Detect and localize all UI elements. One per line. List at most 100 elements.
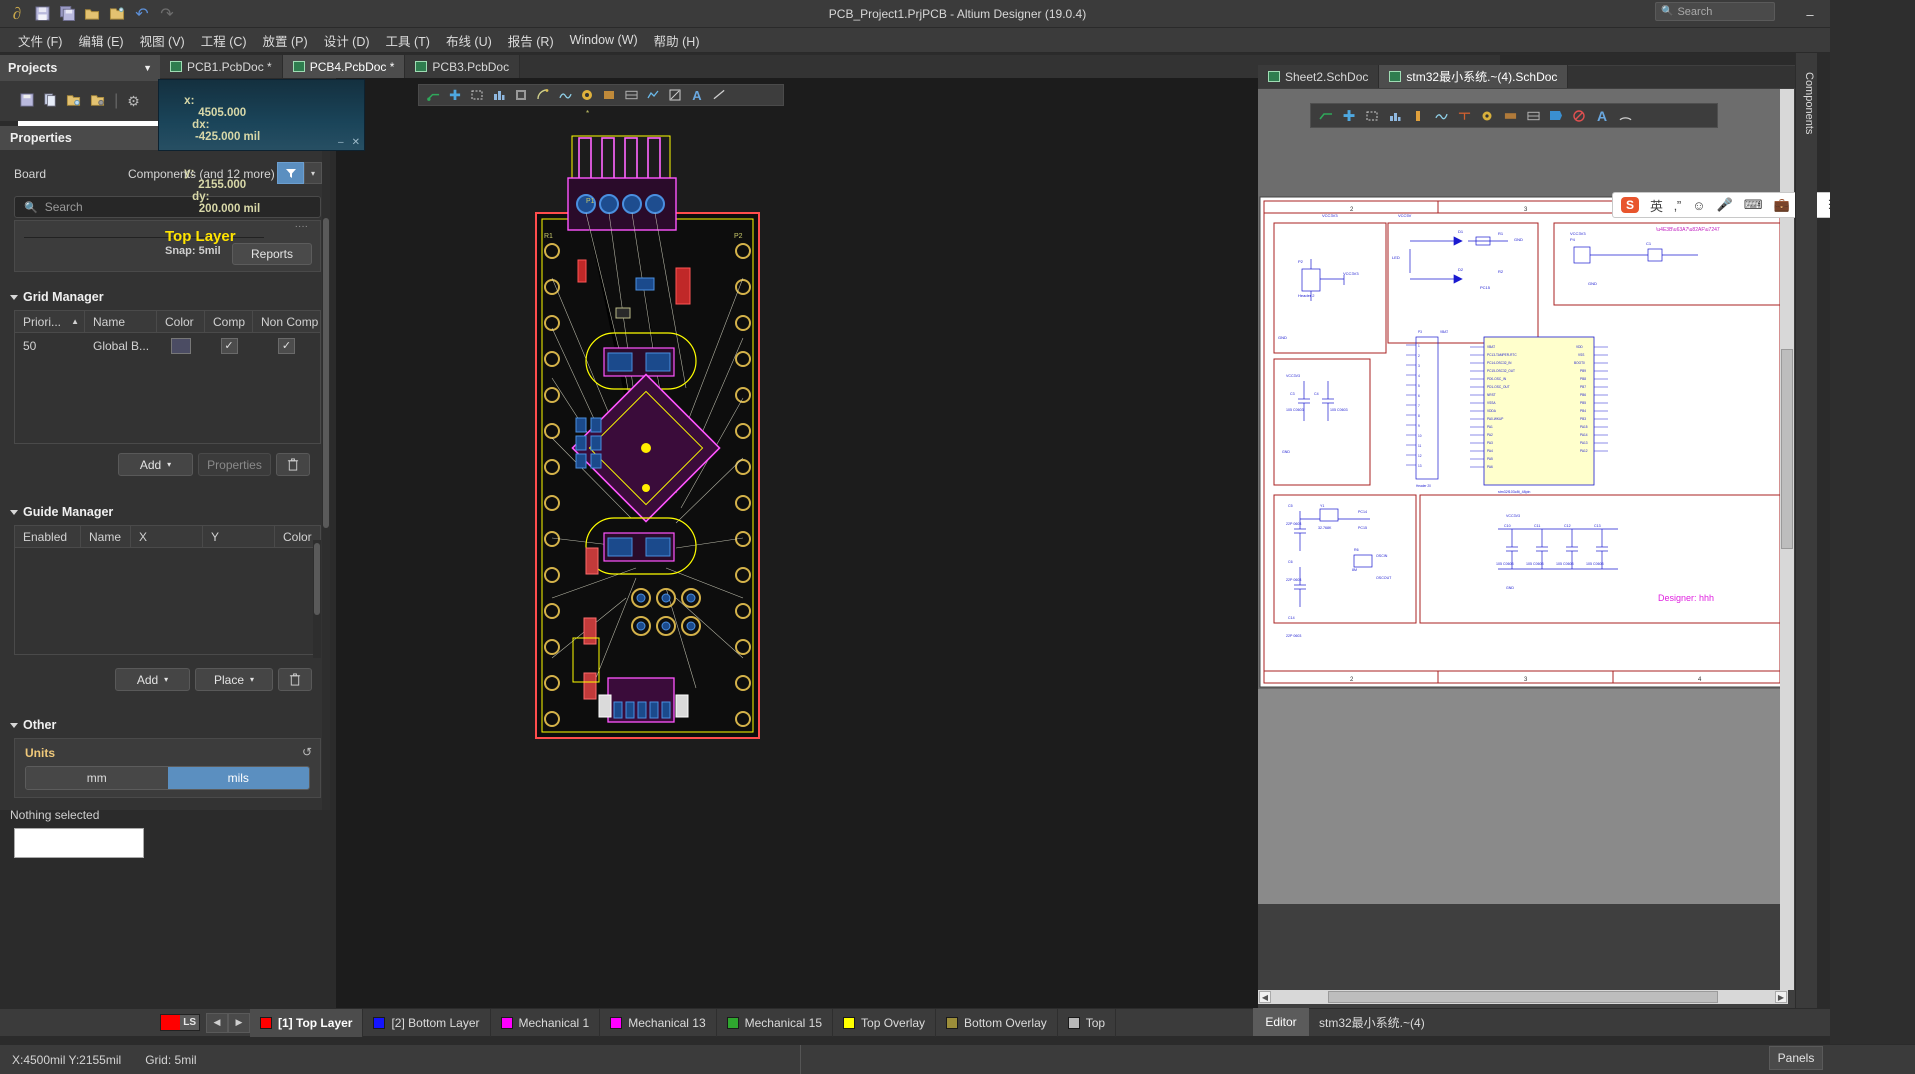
menu-file[interactable]: 文件 (F)	[10, 28, 70, 53]
copy-icon[interactable]	[43, 92, 57, 110]
hud-close-icon[interactable]: ✕	[352, 137, 360, 148]
place-region-icon[interactable]	[599, 86, 619, 104]
save-all-icon[interactable]	[56, 3, 78, 25]
redo-icon[interactable]: ↷	[156, 3, 178, 25]
tab-stm32-sch[interactable]: stm32最小系统.~(4).SchDoc	[1379, 65, 1569, 88]
reset-icon[interactable]: ↺	[302, 745, 312, 759]
place-rect-icon[interactable]	[467, 86, 487, 104]
color-swatch[interactable]	[171, 338, 191, 354]
col-color[interactable]: Color	[157, 310, 205, 333]
device-sheet-icon[interactable]	[1523, 107, 1543, 125]
grid-manager-header[interactable]: Grid Manager	[10, 290, 104, 304]
place-fill-icon[interactable]	[511, 86, 531, 104]
layer-tab-top-overlay[interactable]: Top Overlay	[833, 1008, 937, 1037]
keyboard-icon[interactable]: ⌨	[1744, 197, 1763, 213]
save-icon[interactable]	[31, 3, 53, 25]
grid-delete-button[interactable]	[276, 453, 310, 476]
guide-manager-header[interactable]: Guide Manager	[10, 505, 113, 519]
save-icon[interactable]	[20, 92, 34, 110]
layer-tab-mechanical-13[interactable]: Mechanical 13	[600, 1008, 717, 1037]
units-option-mils[interactable]: mils	[167, 767, 309, 789]
layer-tab-top-layer[interactable]: [1] Top Layer	[250, 1008, 364, 1037]
punctuation-icon[interactable]: ‚”	[1674, 198, 1681, 213]
guide-delete-button[interactable]	[278, 668, 312, 691]
menu-project[interactable]: 工程 (C)	[193, 28, 255, 53]
place-arc-icon[interactable]	[533, 86, 553, 104]
schematic-vscrollbar[interactable]	[1780, 89, 1794, 990]
scrollbar-thumb[interactable]	[1781, 349, 1793, 549]
route-icon[interactable]	[423, 86, 443, 104]
editor-button[interactable]: Editor	[1253, 1008, 1309, 1036]
sheet-symbol-icon[interactable]	[1477, 107, 1497, 125]
col-x[interactable]: X	[131, 525, 203, 548]
menu-edit[interactable]: 编辑 (E)	[70, 28, 131, 53]
menu-design[interactable]: 设计 (D)	[316, 28, 378, 53]
no-erc-icon[interactable]	[1569, 107, 1589, 125]
sort-ascending-icon[interactable]: ▲	[71, 311, 79, 333]
schematic-doc-button[interactable]: stm32最小系统.~(4)	[1309, 1008, 1435, 1036]
sheet-entry-icon[interactable]	[1500, 107, 1520, 125]
scrollbar-thumb[interactable]	[323, 218, 329, 528]
units-option-mm[interactable]: mm	[26, 767, 168, 789]
place-dimension-icon[interactable]	[621, 86, 641, 104]
gear-icon[interactable]: ⚙	[127, 93, 140, 110]
power-port-icon[interactable]	[1408, 107, 1428, 125]
minimize-button[interactable]: –	[1789, 0, 1831, 28]
grid-properties-button[interactable]: Properties	[198, 453, 271, 476]
port-icon[interactable]	[1546, 107, 1566, 125]
projects-panel-header[interactable]: Projects ▼	[0, 55, 160, 81]
panels-button[interactable]: Panels	[1769, 1046, 1823, 1070]
wire-icon[interactable]	[1316, 107, 1336, 125]
col-enabled[interactable]: Enabled	[15, 525, 81, 548]
other-section-header[interactable]: Other	[10, 718, 56, 732]
folder-settings-icon[interactable]	[90, 93, 105, 110]
layer-tab-top[interactable]: Top	[1058, 1008, 1117, 1037]
open-project-icon[interactable]	[106, 3, 128, 25]
place-keepout-icon[interactable]	[665, 86, 685, 104]
menu-reports[interactable]: 报告 (R)	[500, 28, 562, 53]
place-component-icon[interactable]	[643, 86, 663, 104]
undo-icon[interactable]: ↶	[131, 3, 153, 25]
emoji-icon[interactable]: ☺	[1692, 198, 1705, 213]
col-comp[interactable]: Comp	[205, 310, 253, 333]
comp-checkbox[interactable]: ✓	[220, 338, 238, 354]
bus-icon[interactable]: ✚	[1339, 107, 1359, 125]
place-text-icon[interactable]: A	[687, 86, 707, 104]
menu-route[interactable]: 布线 (U)	[438, 28, 500, 53]
guide-place-button[interactable]: Place ▾	[195, 668, 273, 691]
menu-tools[interactable]: 工具 (T)	[378, 28, 438, 53]
guide-add-button[interactable]: Add ▾	[115, 668, 190, 691]
scrollbar-thumb[interactable]	[1328, 991, 1718, 1003]
scrollbar-thumb[interactable]	[314, 543, 320, 615]
menu-view[interactable]: 视图 (V)	[132, 28, 193, 53]
place-via-icon[interactable]: ✚	[445, 86, 465, 104]
hud-minimize-icon[interactable]: –	[338, 137, 344, 148]
bus-entry-icon[interactable]	[1362, 107, 1382, 125]
col-name[interactable]: Name	[85, 310, 157, 333]
col-guide-name[interactable]: Name	[81, 525, 131, 548]
layer-tab-bottom-layer[interactable]: [2] Bottom Layer	[363, 1008, 491, 1037]
scroll-right-arrow[interactable]: ▶	[1775, 991, 1787, 1003]
non-comp-checkbox[interactable]: ✓	[278, 338, 295, 354]
toolbox-icon[interactable]: 💼	[1773, 197, 1789, 213]
arc-icon[interactable]	[1615, 107, 1635, 125]
col-non-comp[interactable]: Non Comp	[253, 311, 320, 333]
layer-tab-mechanical-15[interactable]: Mechanical 15	[717, 1008, 834, 1037]
voice-icon[interactable]: 🎤	[1717, 197, 1733, 213]
net-label-icon[interactable]	[1385, 107, 1405, 125]
part-icon[interactable]	[1454, 107, 1474, 125]
sogou-logo-icon[interactable]: S	[1621, 197, 1640, 213]
tab-sheet2[interactable]: Sheet2.SchDoc	[1258, 65, 1380, 88]
menu-help[interactable]: 帮助 (H)	[646, 28, 708, 53]
col-priority[interactable]: Priori...	[23, 311, 61, 333]
place-polygon-icon[interactable]	[489, 86, 509, 104]
gnd-port-icon[interactable]	[1431, 107, 1451, 125]
place-curve-icon[interactable]	[555, 86, 575, 104]
bottom-left-field[interactable]	[14, 828, 144, 858]
chevron-down-icon[interactable]: ▼	[143, 63, 152, 73]
menu-window[interactable]: Window (W)	[562, 30, 646, 50]
scroll-left-arrow[interactable]: ◀	[1259, 991, 1271, 1003]
schematic-hscrollbar[interactable]: ◀ ▶	[1258, 990, 1788, 1004]
tab-pcb4[interactable]: PCB4.PcbDoc *	[282, 55, 406, 78]
guide-table-scrollbar[interactable]	[313, 540, 321, 658]
